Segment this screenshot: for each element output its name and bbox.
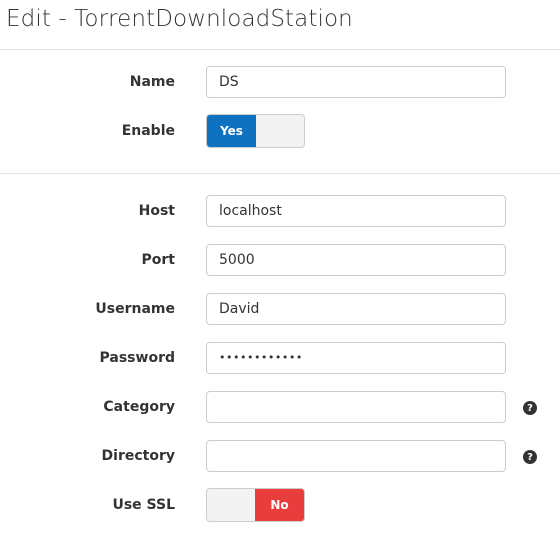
port-field[interactable]: 5000 <box>206 244 506 276</box>
enable-toggle[interactable]: Yes <box>206 114 305 148</box>
use-ssl-toggle-no[interactable]: No <box>255 489 304 521</box>
password-field[interactable]: •••••••••••• <box>206 342 506 374</box>
page-title: Edit - TorrentDownloadStation <box>6 6 353 32</box>
category-help-icon[interactable]: ? <box>523 401 537 415</box>
username-field[interactable]: David <box>206 293 506 325</box>
port-label: Port <box>141 252 175 268</box>
category-field[interactable] <box>206 391 506 423</box>
name-field[interactable]: DS <box>206 66 506 98</box>
header-divider <box>0 49 560 50</box>
username-label: Username <box>95 301 175 317</box>
enable-label: Enable <box>121 123 175 139</box>
host-label: Host <box>138 203 175 219</box>
directory-label: Directory <box>101 448 175 464</box>
use-ssl-toggle[interactable]: No <box>206 488 305 522</box>
section-divider <box>0 173 560 174</box>
enable-toggle-yes[interactable]: Yes <box>207 115 256 147</box>
directory-help-icon[interactable]: ? <box>523 450 537 464</box>
host-field[interactable]: localhost <box>206 195 506 227</box>
use-ssl-label: Use SSL <box>112 497 175 513</box>
category-label: Category <box>103 399 175 415</box>
name-label: Name <box>129 74 175 90</box>
password-label: Password <box>99 350 175 366</box>
directory-field[interactable] <box>206 440 506 472</box>
